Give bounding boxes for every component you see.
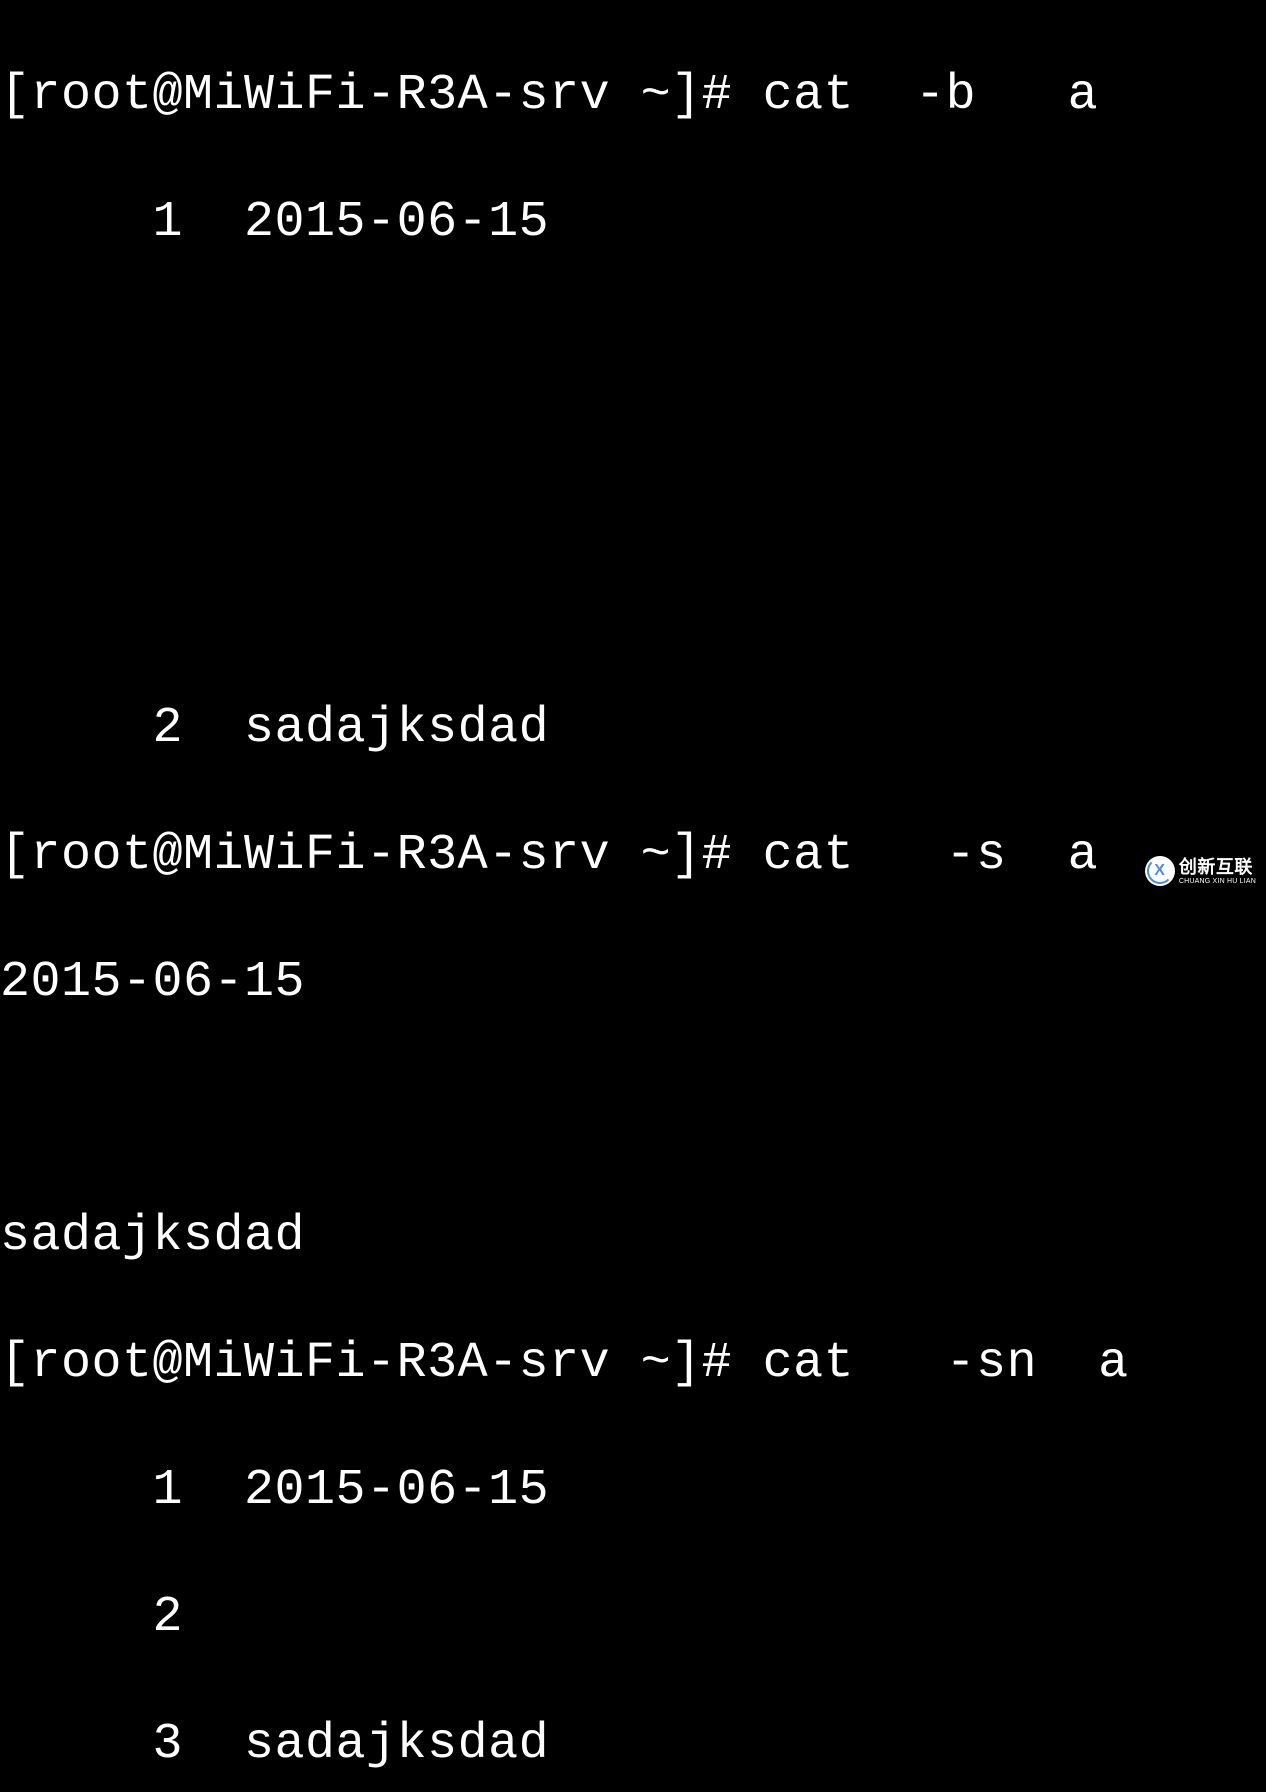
terminal-line: [0, 318, 1266, 381]
watermark-logo-letter: X: [1154, 861, 1165, 881]
watermark-main-text: 创新互联: [1179, 858, 1256, 876]
watermark: X 创新互联 CHUANG XIN HU LIAN: [1145, 856, 1256, 886]
terminal-line: [root@MiWiFi-R3A-srv ~]# cat -b a: [0, 64, 1266, 128]
terminal-line: [0, 571, 1266, 634]
terminal-line: [root@MiWiFi-R3A-srv ~]# cat -sn a: [0, 1332, 1266, 1396]
terminal-line: 1 2015-06-15: [0, 191, 1266, 255]
terminal-line: 1 2015-06-15: [0, 1459, 1266, 1523]
terminal-line: [0, 1078, 1266, 1141]
terminal-line: 2 sadajksdad: [0, 697, 1266, 761]
watermark-sub-text: CHUANG XIN HU LIAN: [1179, 878, 1256, 885]
terminal-line: [root@MiWiFi-R3A-srv ~]# cat -s a: [0, 824, 1266, 888]
watermark-logo-icon: X: [1145, 856, 1175, 886]
terminal-line: 2015-06-15: [0, 951, 1266, 1015]
watermark-text-block: 创新互联 CHUANG XIN HU LIAN: [1179, 858, 1256, 885]
terminal-line: sadajksdad: [0, 1205, 1266, 1269]
terminal-line: [0, 444, 1266, 507]
terminal-output[interactable]: [root@MiWiFi-R3A-srv ~]# cat -b a 1 2015…: [0, 0, 1266, 1792]
terminal-line: 2: [0, 1586, 1266, 1650]
terminal-line: 3 sadajksdad: [0, 1713, 1266, 1777]
